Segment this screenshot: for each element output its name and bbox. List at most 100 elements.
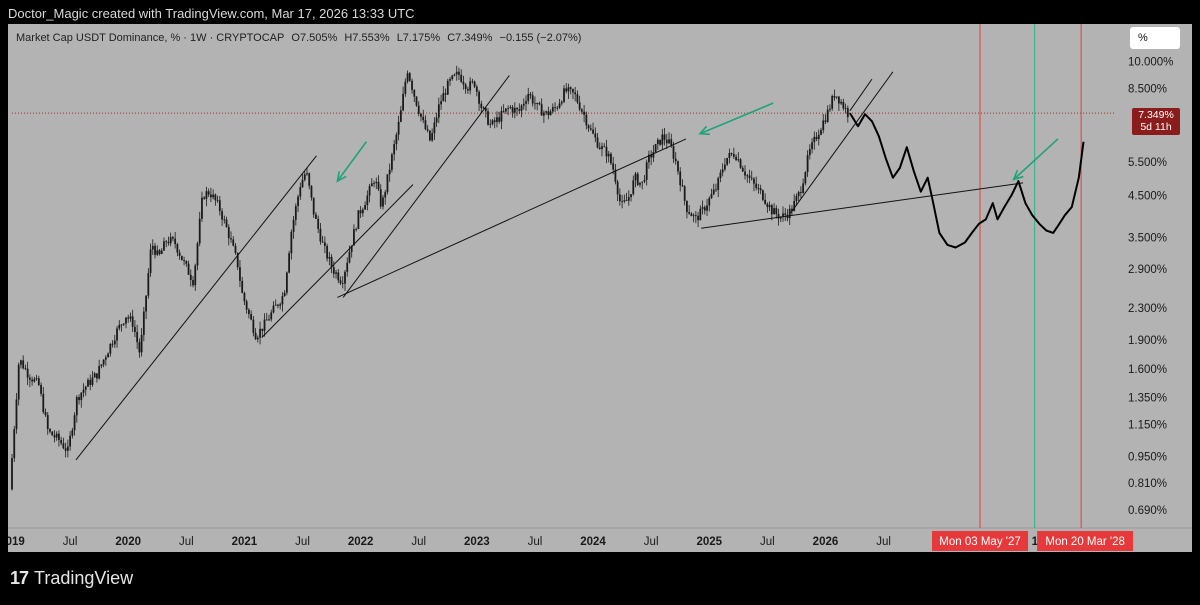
candle-body [399, 110, 402, 122]
candle-body [840, 101, 843, 104]
candle-body [563, 88, 565, 102]
candle-body [496, 117, 498, 123]
candle-body [31, 379, 34, 382]
candle-body [462, 81, 465, 85]
candle-body [761, 190, 764, 200]
candle-body [96, 373, 98, 379]
y-tick-label: 0.950% [1128, 451, 1167, 463]
legend-low: L7.175% [396, 32, 441, 44]
candle-body [355, 228, 358, 230]
candle-body [433, 122, 436, 134]
candle-body [250, 313, 253, 320]
candle-body [511, 107, 514, 113]
candle-body [368, 186, 371, 196]
candle-body [656, 139, 659, 145]
candle-body [534, 103, 536, 105]
candle-body [165, 241, 168, 243]
candle-body [120, 324, 123, 326]
candle-body [788, 208, 791, 219]
candle-body [744, 171, 746, 176]
candle-body [663, 134, 666, 140]
chart-panel[interactable]: 10.000% 8.500% 5.500% 4.500% 3.500% 2.900% 2.3… [8, 24, 1192, 552]
candle-body [755, 183, 758, 189]
green-arrow [336, 141, 368, 182]
candle-body [357, 210, 360, 229]
y-tick-label: 2.900% [1128, 264, 1167, 276]
candle-body [212, 194, 215, 198]
candle-body [142, 311, 145, 335]
green-arrow [699, 102, 774, 135]
candle-body [440, 101, 442, 105]
candle-body [507, 107, 510, 109]
candle-body [645, 162, 648, 180]
candle-body [607, 153, 610, 157]
candle-body [480, 103, 483, 108]
candle-body [618, 194, 621, 202]
candle-body [415, 96, 418, 106]
candle-body [589, 128, 592, 130]
candle-body [833, 95, 836, 98]
candle-body [560, 101, 563, 104]
candle-body [37, 378, 40, 385]
y-tick-label: 8.500% [1128, 84, 1167, 96]
candle-body [686, 200, 688, 213]
price-chart[interactable]: 10.000% 8.500% 5.500% 4.500% 3.500% 2.900% 2.3… [8, 24, 1192, 552]
candle-body [196, 243, 199, 266]
candle-body [125, 317, 127, 324]
candle-body [160, 250, 163, 255]
candle-body [348, 251, 351, 263]
candle-body [565, 88, 568, 92]
candle-body [784, 213, 787, 215]
candle-body [545, 111, 548, 113]
chart-credit: Doctor_Magic created with TradingView.co… [8, 6, 415, 21]
candle-body [107, 353, 109, 358]
candle-body [435, 117, 438, 123]
percent-scale-button[interactable]: % [1130, 27, 1180, 49]
x-tick-label: Jul [295, 536, 310, 548]
candle-body [612, 163, 615, 170]
candle-body [491, 120, 494, 125]
candle-body [22, 360, 25, 369]
candle-body [605, 146, 608, 157]
candle-body [446, 80, 449, 95]
candle-body [326, 245, 329, 259]
candle-body [17, 364, 20, 400]
candle-body [451, 75, 454, 80]
candle-body [773, 208, 775, 215]
candle-body [391, 154, 393, 170]
x-tick-label: Jul [876, 536, 891, 548]
candle-body [502, 111, 505, 112]
candle-body [375, 181, 378, 184]
candle-body [185, 261, 188, 264]
x-tick-label: Jul [644, 536, 659, 548]
projected-path [849, 112, 1085, 249]
candle-body [71, 430, 74, 436]
candle-body [265, 319, 268, 321]
candle-body [688, 212, 691, 214]
candle-body [518, 109, 521, 111]
candle-body [373, 183, 375, 184]
candle-body [690, 213, 693, 217]
candle-body [201, 197, 203, 219]
y-tick-label: 0.690% [1128, 505, 1167, 517]
candle-body [66, 446, 69, 451]
candle-body [837, 96, 840, 104]
candle-body [471, 81, 474, 83]
candle-body [768, 205, 771, 208]
candle-body [321, 241, 324, 243]
candle-body [60, 440, 63, 444]
candle-body [315, 214, 317, 219]
candle-body [567, 87, 570, 92]
date-marker-label: Mon 20 Mar '28 [1045, 536, 1125, 548]
candle-body [487, 111, 489, 125]
candle-body [270, 312, 273, 320]
legend-change: −0.155 (−2.07%) [499, 32, 582, 44]
candle-body [659, 139, 661, 145]
candle-body [520, 105, 523, 111]
candle-body [214, 194, 217, 201]
candle-body [835, 96, 838, 98]
legend-close: C7.349% [447, 32, 493, 44]
x-tick-label: 2025 [696, 536, 722, 548]
candle-body [189, 274, 192, 280]
candle-body [377, 181, 380, 190]
